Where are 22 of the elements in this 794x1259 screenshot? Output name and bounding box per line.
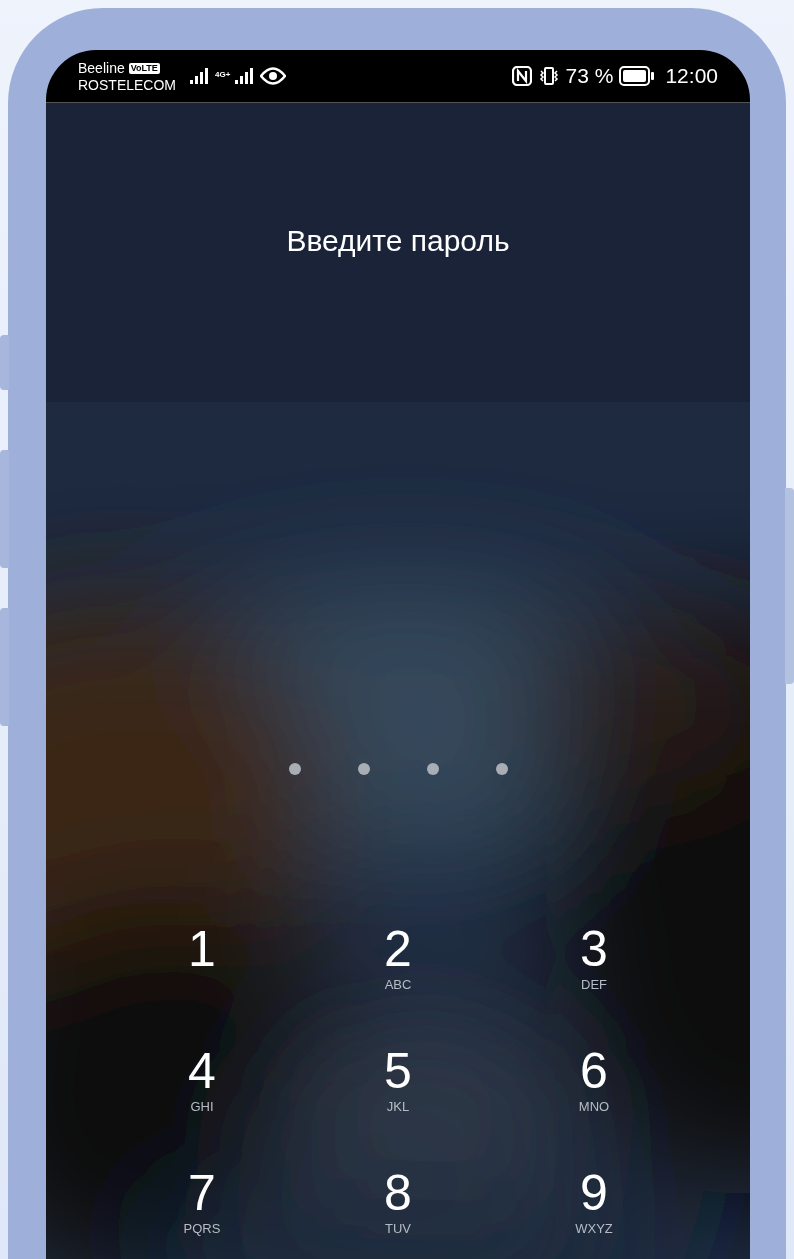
carrier-name: Beeline [78,60,125,77]
keypad-key[interactable]: 5 JKL [343,1035,453,1135]
carrier-name: ROSTELECOM [78,77,176,94]
keypad-key[interactable]: 1 [147,913,257,1013]
vibrate-icon [537,67,560,85]
keypad-key[interactable]: 7 PQRS [147,1157,257,1257]
battery-percent: 73 % [565,64,614,88]
keypad-key[interactable]: 8 TUV [343,1157,453,1257]
keypad-key[interactable]: 6 MNO [539,1035,649,1135]
keypad-key[interactable]: 4 GHI [147,1035,257,1135]
volte-badge: VoLTE [128,63,160,74]
network-type: 4G+ [215,71,231,79]
clock-time: 12:00 [665,64,718,88]
signal-icon [235,68,256,84]
eye-icon [260,67,287,85]
battery-icon [619,66,656,86]
keypad-key[interactable]: 3 DEF [539,913,649,1013]
signal-icon [190,68,210,84]
nfc-icon [511,66,532,86]
password-prompt: Введите пароль [286,223,510,259]
keypad-key[interactable]: 2 ABC [343,913,453,1013]
keypad-key[interactable]: 9 WXYZ [539,1157,649,1257]
